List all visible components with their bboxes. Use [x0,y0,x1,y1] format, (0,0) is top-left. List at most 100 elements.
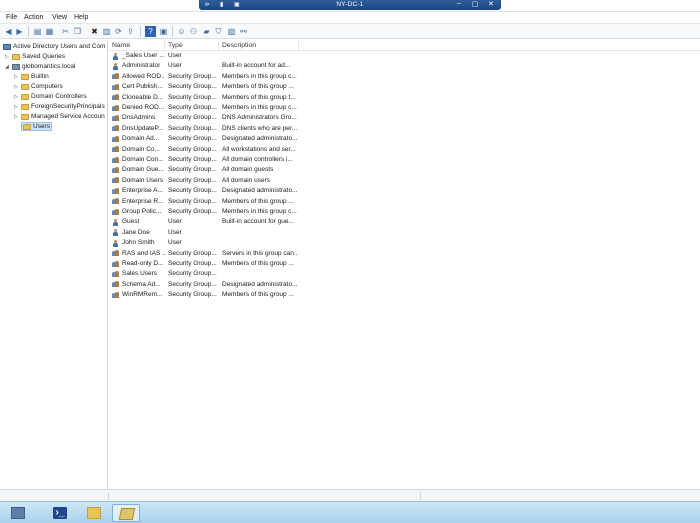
list-item[interactable]: Enterprise A... Security Group... Designat… [109,186,700,196]
list-item[interactable]: Administrator User Built-in account for ad… [109,61,700,71]
list-item[interactable]: _Sales User ... User [109,51,700,61]
list-item[interactable]: Jane Doe User [109,228,700,238]
item-description: All workstations and ser... [222,145,296,153]
item-type: Security Group... [168,124,217,132]
item-description: Members in this group c... [222,208,297,215]
close-button[interactable]: ✕ [485,0,497,8]
item-name: Read-only D... [122,260,164,267]
new-group-icon[interactable]: ⚇ [188,26,199,37]
item-name: Denied ROD... [122,104,165,111]
tree-item-computers[interactable]: ▷ Computers [14,82,63,92]
back-icon[interactable]: ◀ [3,26,14,37]
menu-help[interactable]: Help [74,14,88,21]
item-description: Members in this group c... [222,104,297,111]
restore-button[interactable]: ▢ [469,0,481,8]
collapse-icon[interactable]: ◢ [5,62,12,72]
item-type: Security Group... [168,208,217,215]
show-hide-tree-icon[interactable]: ▦ [44,26,55,37]
list-item[interactable]: Domain Co... Security Group... All worksta… [109,145,700,155]
find-icon[interactable]: ▧ [226,26,237,37]
item-name: Domain Users [122,176,164,184]
up-folder-icon[interactable]: ▤ [32,26,43,37]
expand-icon[interactable]: ▷ [14,112,21,122]
list-item[interactable]: Domain Gue... Security Group... All domain… [109,165,700,175]
taskbar-file-explorer[interactable] [80,504,108,522]
list-item[interactable]: DnsUpdateP... Security Group... DNS client… [109,124,700,134]
new-ou-icon[interactable]: ▰ [201,26,212,37]
list-item[interactable]: RAS and IAS ... Security Group... Servers … [109,249,700,259]
item-name: John Smith [122,239,155,247]
tree-item-foreign-security-principals[interactable]: ▷ ForeignSecurityPrincipals [14,102,105,112]
item-description: Designated administrato... [222,187,298,195]
group-icon [112,83,120,91]
list-item[interactable]: Allowed ROD... Security Group... Members i… [109,72,700,82]
add-to-group-icon[interactable]: ⚯ [238,26,249,37]
list-item[interactable]: Domain Users Security Group... All domain … [109,176,700,186]
list-item[interactable]: Sales Users Security Group... [109,269,700,279]
column-type[interactable]: Type [165,41,219,51]
properties-icon[interactable]: ▥ [101,26,112,37]
domain-icon [12,64,20,70]
list-item[interactable]: Guest User Built-in account for gue... [109,217,700,227]
delete-icon[interactable]: ✖ [89,26,100,37]
cut-icon[interactable]: ✂ [60,26,71,37]
toolbar-separator [28,26,29,37]
item-name: Domain Gue... [122,166,164,174]
list-item[interactable]: WinRMRem... Security Group... Members of t… [109,290,700,300]
item-type: Security Group... [168,197,217,205]
taskbar-server-manager[interactable] [4,504,32,522]
list-item[interactable]: DnsAdmins Security Group... DNS Administra… [109,113,700,123]
item-name: _Sales User ... [122,52,165,59]
help-icon[interactable]: ? [145,26,156,37]
console-tree: Active Directory Users and Com ▷ Saved Qu… [0,40,108,489]
new-user-icon[interactable]: ☺ [176,26,187,37]
tree-root[interactable]: Active Directory Users and Com [3,42,105,52]
folder-icon [23,124,31,130]
item-type: Security Group... [168,166,217,174]
tree-item-domain-controllers[interactable]: ▷ Domain Controllers [14,92,87,102]
tree-item-users[interactable]: Users [14,122,52,132]
list-item[interactable]: Group Polic... Security Group... Members i… [109,207,700,217]
list-item[interactable]: Cert Publish... Security Group... Members … [109,82,700,92]
list-item[interactable]: Read-only D... Security Group... Members o… [109,259,700,269]
file-explorer-icon [87,507,101,519]
item-type: Security Group... [168,114,217,122]
expand-icon[interactable]: ▷ [14,72,21,82]
action-pane-icon[interactable]: ▣ [158,26,169,37]
tree-item-selected[interactable]: Users [21,122,52,131]
list-item[interactable]: Cloneable D... Security Group... Members o… [109,93,700,103]
item-description: Built-in account for gue... [222,218,294,226]
export-list-icon[interactable]: ⇪ [125,26,136,37]
list-item[interactable]: Domain Con... Security Group... All domain… [109,155,700,165]
group-icon [112,156,120,164]
taskbar-powershell[interactable]: ›_ [46,504,74,522]
group-icon [112,73,120,80]
list-item[interactable]: Domain Ad... Security Group... Designated … [109,134,700,144]
menu-view[interactable]: View [52,14,67,21]
list-item[interactable]: Denied ROD... Security Group... Members in… [109,103,700,113]
tree-item-saved-queries[interactable]: ▷ Saved Queries [5,52,65,62]
list-item[interactable]: Schema Ad... Security Group... Designated … [109,280,700,290]
filter-icon[interactable]: ⛉ [213,26,224,37]
tree-item-builtin[interactable]: ▷ Builtin [14,72,49,82]
column-name[interactable]: Name [109,41,165,51]
expand-icon[interactable]: ▷ [14,92,21,102]
expand-icon[interactable]: ▷ [14,102,21,112]
list-item[interactable]: John Smith User [109,238,700,248]
list-item[interactable]: Enterprise R... Security Group... Members … [109,197,700,207]
menu-action[interactable]: Action [24,14,43,21]
group-icon [112,104,120,112]
copy-icon[interactable]: ❐ [72,26,83,37]
minimize-button[interactable]: – [453,0,465,7]
item-name: Domain Ad... [122,135,160,143]
folder-icon [21,114,29,120]
forward-icon[interactable]: ▶ [14,26,25,37]
menu-file[interactable]: File [6,14,17,21]
expand-icon[interactable]: ▷ [5,52,12,62]
tree-item-domain[interactable]: ◢ globomantics.local [5,62,75,72]
expand-icon[interactable]: ▷ [14,82,21,92]
column-description[interactable]: Description [219,41,299,51]
tree-item-managed-service-accounts[interactable]: ▷ Managed Service Accoun [14,112,105,122]
taskbar-ad-users-computers[interactable] [112,504,140,522]
refresh-icon[interactable]: ⟳ [113,26,124,37]
